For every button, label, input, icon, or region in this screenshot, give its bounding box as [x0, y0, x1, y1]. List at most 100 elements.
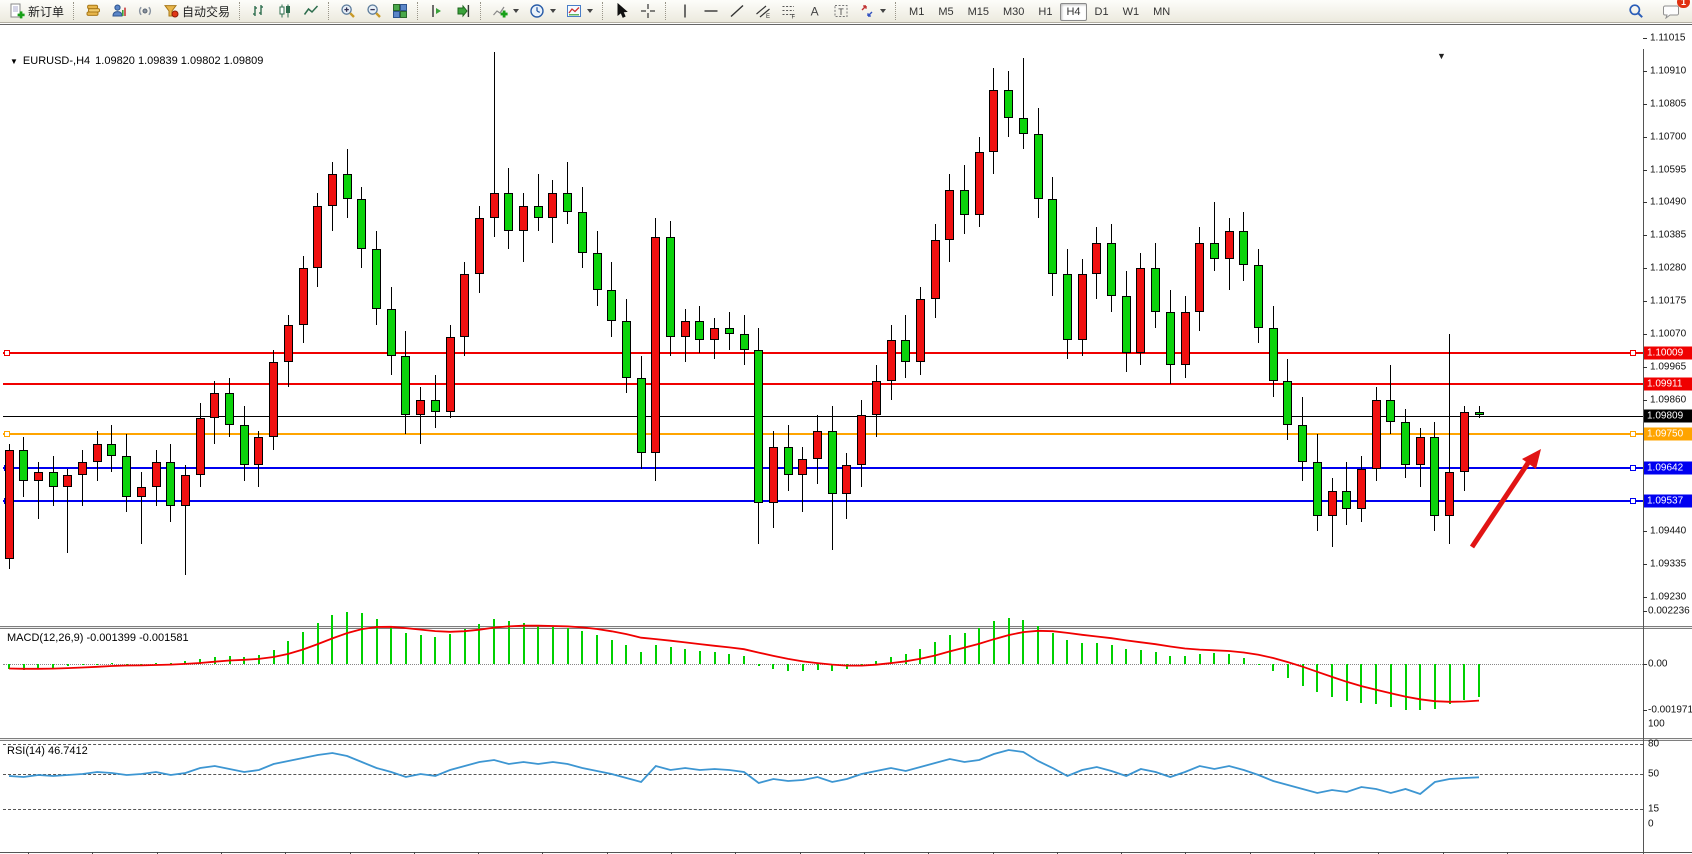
search-button[interactable]: [1623, 0, 1649, 23]
candle-body-bull: [152, 462, 161, 487]
macd-histogram-bar: [1419, 664, 1421, 710]
tf-M15[interactable]: M15: [962, 3, 995, 21]
vertical-line-icon: [677, 3, 693, 19]
chart-plot-area[interactable]: [0, 25, 1692, 854]
text-icon: A: [807, 3, 823, 19]
hline-1.09642[interactable]: [3, 467, 1643, 469]
notifications-button[interactable]: 1: [1657, 0, 1684, 23]
candle-body-bear: [1048, 199, 1057, 274]
new-order-button[interactable]: 新订单: [4, 0, 69, 23]
candle-body-bull: [945, 190, 954, 240]
periods-button[interactable]: [524, 0, 561, 23]
chart-window[interactable]: ▼ EURUSD-,H4 1.09820 1.09839 1.09802 1.0…: [0, 24, 1692, 854]
tf-H1[interactable]: H1: [1032, 3, 1058, 21]
signal-broadcast-icon: [137, 3, 153, 19]
price-tick-mark: [1643, 400, 1647, 401]
hline-handle[interactable]: [4, 431, 10, 437]
hline-handle[interactable]: [1630, 431, 1636, 437]
macd-histogram-bar: [346, 612, 348, 664]
auto-scroll-button[interactable]: [450, 0, 476, 23]
candle-body-bull: [548, 193, 557, 218]
horizontal-line-icon: [703, 3, 719, 19]
market-watch-button[interactable]: [80, 0, 106, 23]
chart-shift-button[interactable]: [424, 0, 450, 23]
trendline-tool-button[interactable]: [724, 0, 750, 23]
zoom-out-button[interactable]: [361, 0, 387, 23]
candle-body-bear: [754, 350, 763, 503]
price-tick-label: 1.11015: [1650, 33, 1685, 44]
macd-histogram-bar: [993, 621, 995, 663]
candle-body-bear: [1430, 437, 1439, 515]
auto-trading-button[interactable]: 自动交易: [158, 0, 235, 23]
macd-histogram-bar: [449, 634, 451, 664]
hline-handle[interactable]: [1630, 350, 1636, 356]
periods-dropdown-caret[interactable]: [550, 9, 556, 13]
text-label-tool-button[interactable]: T: [828, 0, 854, 23]
search-icon: [1628, 3, 1644, 19]
candle-body-bear: [622, 321, 631, 377]
candlestick-mode-button[interactable]: [272, 0, 298, 23]
macd-histogram-bar: [478, 624, 480, 664]
indicators-dropdown-caret[interactable]: [513, 9, 519, 13]
hline-1.09537[interactable]: [3, 500, 1643, 502]
candle-body-bull: [710, 328, 719, 341]
candle-wick: [1023, 58, 1024, 149]
price-line-label-box: 1.09537: [1644, 494, 1692, 507]
crosshair-tool-button[interactable]: [635, 0, 661, 23]
horizontal-line-tool-button[interactable]: [698, 0, 724, 23]
candle-body-bear: [504, 193, 513, 231]
hline-1.09750[interactable]: [3, 433, 1643, 435]
candle-body-bear: [1386, 400, 1395, 422]
vertical-line-tool-button[interactable]: [672, 0, 698, 23]
macd-histogram-bar: [464, 629, 466, 664]
hline-handle[interactable]: [1630, 498, 1636, 504]
arrows-dropdown-caret[interactable]: [880, 9, 886, 13]
hline-1.10009[interactable]: [3, 352, 1643, 354]
tile-windows-button[interactable]: [387, 0, 413, 23]
candle-body-bull: [872, 381, 881, 415]
fibonacci-tool-button[interactable]: F: [776, 0, 802, 23]
candle-body-bear: [225, 393, 234, 424]
tf-M5[interactable]: M5: [932, 3, 959, 21]
text-tool-button[interactable]: A: [802, 0, 828, 23]
templates-dropdown-caret[interactable]: [587, 9, 593, 13]
arrows-tool-button[interactable]: [854, 0, 891, 23]
candle-body-bear: [401, 356, 410, 416]
profile-button[interactable]: [106, 0, 132, 23]
arrows-shapes-icon: [859, 3, 875, 19]
tf-D1[interactable]: D1: [1089, 3, 1115, 21]
candle-body-bear: [637, 378, 646, 453]
indicators-icon: [492, 3, 508, 19]
toolbar-separator: [602, 2, 605, 20]
candle-body-bear: [607, 290, 616, 321]
macd-histogram-bar: [1066, 640, 1068, 664]
hline-handle[interactable]: [4, 350, 10, 356]
tf-W1[interactable]: W1: [1117, 3, 1146, 21]
macd-histogram-bar: [714, 652, 716, 663]
candle-body-bull: [93, 444, 102, 463]
hline-1.09911[interactable]: [3, 383, 1643, 385]
rsi-level-80: [3, 744, 1643, 745]
channel-tool-button[interactable]: E: [750, 0, 776, 23]
candle-body-bull: [842, 465, 851, 493]
bar-chart-mode-button[interactable]: [246, 0, 272, 23]
hline-handle[interactable]: [1630, 465, 1636, 471]
macd-histogram-bar: [1449, 664, 1451, 705]
zoom-in-icon: [340, 3, 356, 19]
candle-body-bull: [313, 206, 322, 269]
tf-M30[interactable]: M30: [997, 3, 1030, 21]
price-tick-mark: [1643, 38, 1647, 39]
news-button[interactable]: [132, 0, 158, 23]
templates-button[interactable]: [561, 0, 598, 23]
zoom-in-button[interactable]: [335, 0, 361, 23]
candle-body-bear: [1063, 274, 1072, 340]
indicators-button[interactable]: [487, 0, 524, 23]
tile-windows-icon: [392, 3, 408, 19]
line-chart-mode-button[interactable]: [298, 0, 324, 23]
tf-H4[interactable]: H4: [1060, 3, 1086, 21]
tf-MN[interactable]: MN: [1147, 3, 1176, 21]
cursor-tool-button[interactable]: [609, 0, 635, 23]
macd-histogram-bar: [361, 613, 363, 664]
tf-M1[interactable]: M1: [903, 3, 930, 21]
candle-body-bear: [534, 206, 543, 219]
